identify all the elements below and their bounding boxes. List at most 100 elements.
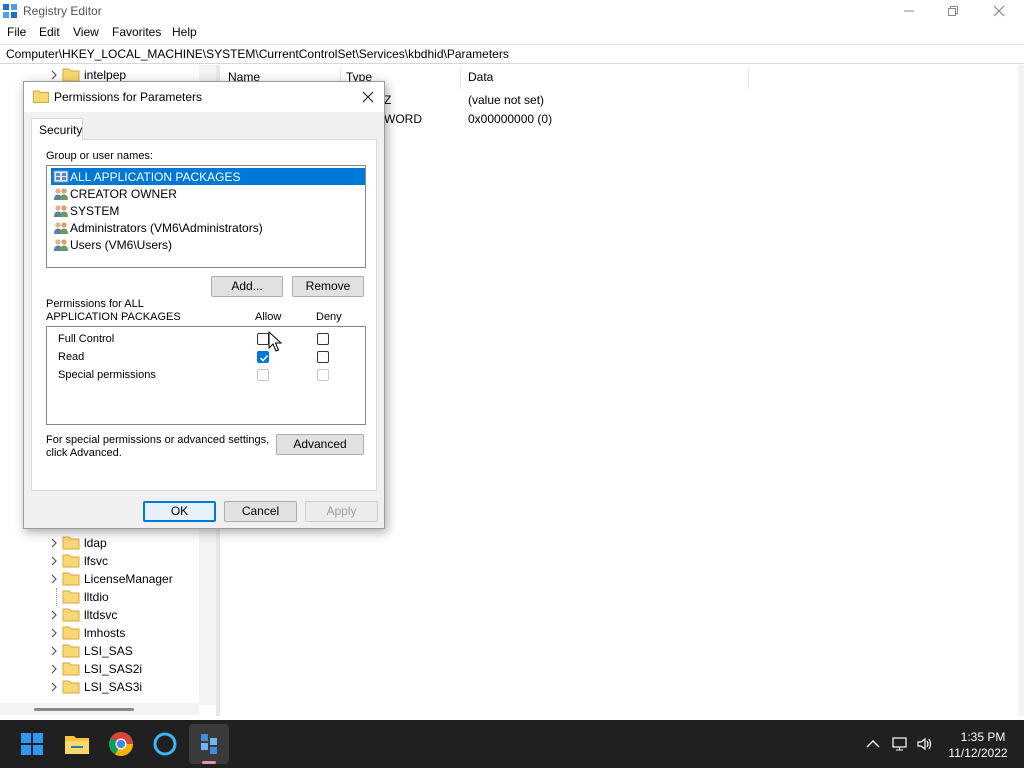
minimize-icon [904, 10, 914, 12]
chevron-right-icon[interactable] [50, 70, 58, 80]
user-list-item[interactable]: Administrators (VM6\Administrators) [51, 219, 365, 236]
tree-item[interactable]: LSI_SAS [0, 642, 200, 660]
menu-edit[interactable]: Edit [39, 25, 60, 39]
close-icon [993, 5, 1005, 17]
permission-row: Special permissions [47, 366, 365, 384]
chevron-right-icon[interactable] [50, 538, 58, 548]
tree-item[interactable]: LSI_SAS2i [0, 660, 200, 678]
tree-item-label: LSI_SAS [84, 644, 133, 658]
user-list-item[interactable]: Users (VM6\Users) [51, 236, 365, 253]
folder-icon [62, 554, 80, 568]
cortana-icon[interactable] [149, 728, 181, 760]
advanced-hint-line2: click Advanced. [46, 447, 122, 459]
window-title: Registry Editor [23, 4, 102, 18]
registry-editor-icon[interactable] [193, 728, 225, 760]
active-indicator [202, 761, 216, 764]
permission-row: Full Control [47, 330, 365, 348]
permissions-label-line2: APPLICATION PACKAGES [46, 311, 181, 323]
permission-name: Read [58, 351, 85, 363]
permission-name: Full Control [58, 333, 115, 345]
menu-file[interactable]: File [7, 25, 26, 39]
remove-button[interactable]: Remove [292, 276, 364, 297]
tree-item[interactable]: lltdsvc [0, 606, 200, 624]
chrome-icon[interactable] [105, 728, 137, 760]
tree-item-label: LSI_SAS2i [84, 662, 143, 676]
volume-icon[interactable] [916, 736, 934, 752]
deny-checkbox[interactable] [317, 333, 329, 345]
network-icon[interactable] [891, 736, 909, 752]
user-group-icon [54, 222, 68, 234]
chevron-right-icon[interactable] [50, 682, 58, 692]
value-data[interactable]: (value not set) [468, 93, 544, 107]
tree-item-label: LicenseManager [84, 572, 173, 586]
user-list[interactable]: ALL APPLICATION PACKAGES CREATOR OWNER SYS… [46, 165, 366, 268]
advanced-button[interactable]: Advanced [276, 434, 364, 455]
tree-horizontal-scrollbar[interactable] [0, 703, 199, 715]
start-icon[interactable] [16, 728, 48, 760]
deny-checkbox[interactable] [317, 351, 329, 363]
user-group-icon [54, 188, 68, 200]
apply-button: Apply [305, 501, 378, 522]
registry-editor-icon [3, 4, 17, 18]
user-list-item[interactable]: ALL APPLICATION PACKAGES [51, 168, 365, 185]
values-vertical-scrollbar[interactable] [1018, 65, 1024, 716]
restore-button[interactable] [930, 0, 976, 22]
folder-icon [33, 90, 49, 103]
chevron-right-icon[interactable] [50, 556, 58, 566]
tree-item-label: intelpep [84, 68, 127, 82]
mouse-cursor-icon [268, 331, 282, 352]
tree-item[interactable]: LicenseManager [0, 570, 200, 588]
close-button[interactable] [976, 0, 1022, 22]
tree-item[interactable]: lfsvc [0, 552, 200, 570]
tree-item-label: lfsvc [84, 554, 108, 568]
add-button[interactable]: Add... [211, 276, 283, 297]
tree-item[interactable]: ldap [0, 534, 200, 552]
chevron-right-icon[interactable] [50, 646, 58, 656]
clock-time[interactable]: 1:35 PM [955, 730, 1011, 744]
ok-button[interactable]: OK [143, 501, 216, 522]
tree-item[interactable]: lltdio [0, 588, 200, 606]
column-header-data[interactable]: Data [468, 70, 493, 84]
folder-icon [62, 68, 80, 82]
chevron-right-icon[interactable] [50, 628, 58, 638]
chevron-right-icon[interactable] [50, 664, 58, 674]
menu-bar: File Edit View Favorites Help [0, 23, 1024, 43]
user-list-item[interactable]: SYSTEM [51, 202, 365, 219]
permissions-dialog: Permissions for Parameters Security Grou… [23, 81, 385, 529]
tree-item[interactable]: lmhosts [0, 624, 200, 642]
tree-connector [56, 588, 57, 606]
address-path: Computer\HKEY_LOCAL_MACHINE\SYSTEM\Curre… [6, 47, 509, 61]
dialog-close-button[interactable] [354, 84, 382, 110]
scrollbar-thumb[interactable] [34, 708, 134, 711]
tree-item[interactable]: LSI_SAS3i [0, 678, 200, 696]
user-name: SYSTEM [70, 204, 120, 218]
clock-date[interactable]: 11/12/2022 [945, 746, 1011, 760]
user-name: Users (VM6\Users) [70, 238, 173, 252]
folder-icon [62, 662, 80, 676]
menu-favorites[interactable]: Favorites [112, 25, 161, 39]
value-data[interactable]: 0x00000000 (0) [468, 112, 552, 126]
minimize-button[interactable] [886, 0, 932, 22]
file-explorer-icon[interactable] [61, 728, 93, 760]
menu-help[interactable]: Help [172, 25, 197, 39]
allow-checkbox [257, 369, 269, 381]
chevron-up-icon[interactable] [864, 736, 882, 752]
chevron-right-icon[interactable] [50, 610, 58, 620]
dialog-title-bar: Permissions for Parameters [24, 82, 384, 112]
folder-icon [62, 590, 80, 604]
application-packages-icon [53, 170, 69, 183]
permission-row: Read [47, 348, 365, 366]
user-list-item[interactable]: CREATOR OWNER [51, 185, 365, 202]
menu-view[interactable]: View [73, 25, 99, 39]
user-name: ALL APPLICATION PACKAGES [70, 170, 241, 184]
address-bar[interactable]: Computer\HKEY_LOCAL_MACHINE\SYSTEM\Curre… [0, 44, 1024, 64]
user-name: Administrators (VM6\Administrators) [70, 221, 263, 235]
dialog-title: Permissions for Parameters [54, 90, 203, 104]
cancel-button[interactable]: Cancel [224, 501, 297, 522]
user-group-icon [54, 239, 68, 251]
advanced-hint-line1: For special permissions or advanced sett… [46, 434, 270, 446]
permissions-list: Full Control Read Special permissions [46, 326, 366, 425]
tab-security[interactable]: Security [31, 118, 83, 140]
chevron-right-icon[interactable] [50, 574, 58, 584]
tree-item-label: ldap [84, 536, 107, 550]
